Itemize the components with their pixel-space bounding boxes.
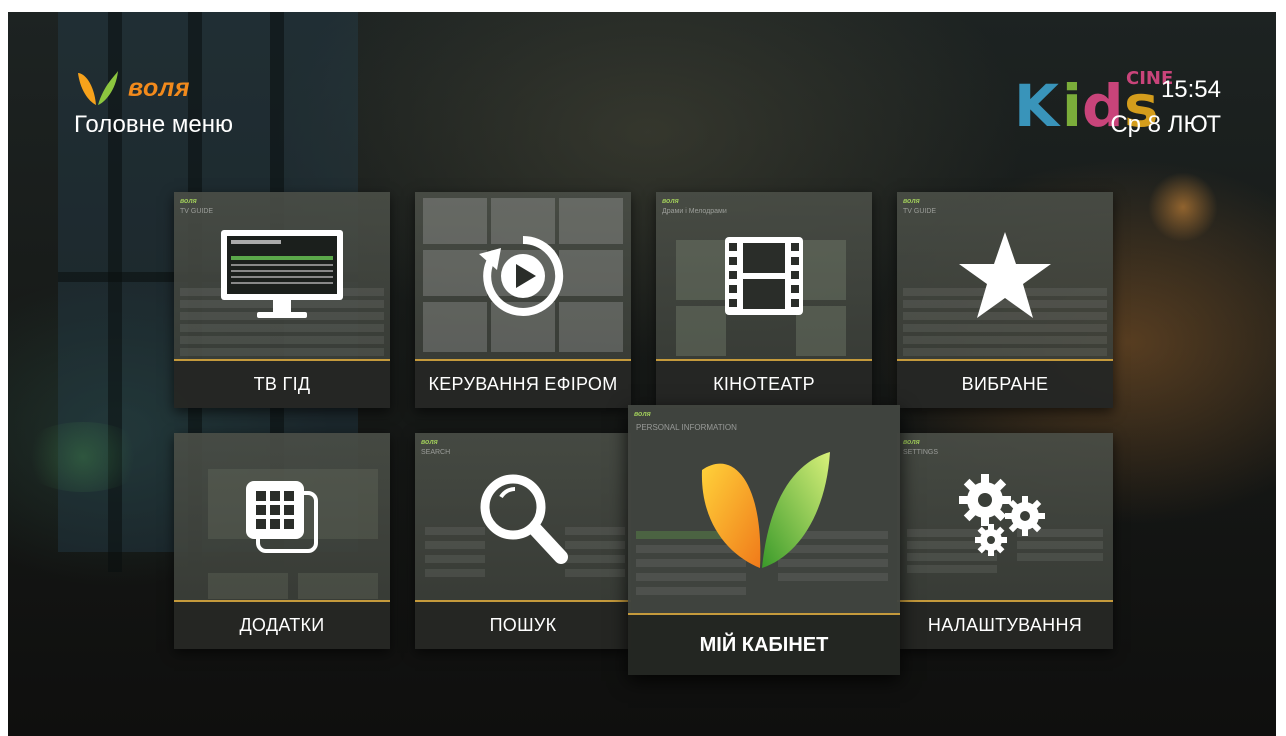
tile-label: ДОДАТКИ xyxy=(174,602,390,649)
apps-grid-icon xyxy=(174,433,390,600)
tile-cinema[interactable]: воля Драми і Мелодрами КІНОТЕАТР xyxy=(656,192,872,408)
volia-leaf-icon xyxy=(78,71,118,105)
tile-label: КІНОТЕАТР xyxy=(656,361,872,408)
volia-leaf-logo-icon xyxy=(628,405,900,613)
brand-name: воля xyxy=(128,73,191,102)
tile-label: НАЛАШТУВАННЯ xyxy=(897,602,1113,649)
svg-text:i: i xyxy=(1062,72,1082,134)
tile-tv-guide[interactable]: воля TV GUIDE ТВ ГІД xyxy=(174,192,390,408)
tile-label: ПОШУК xyxy=(415,602,631,649)
tile-search[interactable]: воля SEARCH ПОШУК xyxy=(415,433,631,649)
tile-settings[interactable]: воля SETTINGS НАЛАШТУВАННЯ xyxy=(897,433,1113,649)
svg-text:K: K xyxy=(1014,72,1061,134)
clock-time: 15:54 xyxy=(1160,76,1221,103)
tile-label: МІЙ КАБІНЕТ xyxy=(628,615,900,675)
tile-label: ТВ ГІД xyxy=(174,361,390,408)
film-strip-icon xyxy=(656,192,872,359)
tv-screen: воля Головне меню K i d s CINE 15:54 Ср … xyxy=(8,12,1276,736)
background-lamp xyxy=(1148,172,1218,242)
star-icon xyxy=(897,192,1113,359)
replay-play-icon xyxy=(415,192,631,359)
tile-my-cabinet[interactable]: воля PERSONAL INFORMATION МІЙ КАБІНЕТ xyxy=(628,405,900,675)
tile-favorites[interactable]: воля TV GUIDE ВИБРАНЕ xyxy=(897,192,1113,408)
tile-label: ВИБРАНЕ xyxy=(897,361,1113,408)
clock-date: Ср 8 ЛЮТ xyxy=(1110,111,1221,138)
monitor-icon xyxy=(174,192,390,359)
gears-icon xyxy=(897,433,1113,600)
volia-logo: воля xyxy=(74,67,190,109)
tile-apps[interactable]: ДОДАТКИ xyxy=(174,433,390,649)
magnifier-icon xyxy=(415,433,631,600)
tile-label: КЕРУВАННЯ ЕФІРОМ xyxy=(415,361,631,408)
page-title: Головне меню xyxy=(74,111,233,138)
tile-broadcast-control[interactable]: КЕРУВАННЯ ЕФІРОМ xyxy=(415,192,631,408)
background-lamp xyxy=(18,422,148,492)
